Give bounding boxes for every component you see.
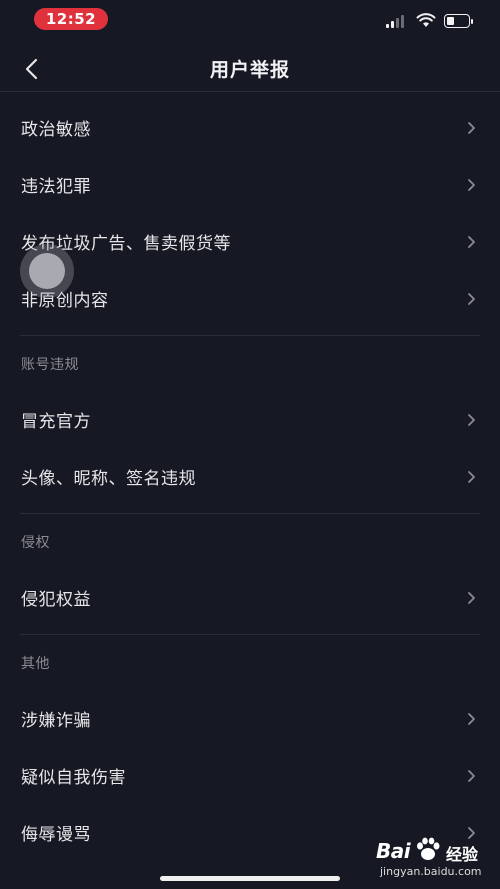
list-item-label: 疑似自我伤害 <box>21 768 126 788</box>
list-item-political-sensitive[interactable]: 政治敏感 <box>0 99 500 156</box>
status-time: 12:52 <box>34 8 108 30</box>
list-item-self-harm[interactable]: 疑似自我伤害 <box>0 747 500 804</box>
signal-icon <box>386 15 404 28</box>
list-item-label: 政治敏感 <box>21 120 91 140</box>
chevron-right-icon <box>468 235 475 248</box>
list-item-label: 侮辱谩骂 <box>21 825 91 845</box>
section-header-account: 账号违规 <box>21 356 79 373</box>
report-reason-list: 政治敏感 违法犯罪 发布垃圾广告、售卖假货等 非原创内容 账号违规 冒充官方 头… <box>0 99 500 861</box>
baidu-paw-icon <box>417 837 440 860</box>
status-bar: 12:52 <box>0 0 500 40</box>
chevron-right-icon <box>468 769 475 782</box>
chevron-right-icon <box>468 121 475 134</box>
section-header-infringement: 侵权 <box>21 534 50 551</box>
touch-indicator <box>20 244 74 298</box>
list-item-label: 头像、昵称、签名违规 <box>21 469 196 489</box>
section-header-other: 其他 <box>21 655 50 672</box>
nav-bar: 用户举报 <box>0 44 500 92</box>
watermark-name: 经验 <box>446 845 479 864</box>
watermark-url: jingyan.baidu.com <box>380 865 482 878</box>
list-item-spam-ads[interactable]: 发布垃圾广告、售卖假货等 <box>0 213 500 270</box>
list-item-rights-infringement[interactable]: 侵犯权益 <box>0 569 500 626</box>
list-item-label: 冒充官方 <box>21 412 91 432</box>
home-indicator[interactable] <box>160 876 340 881</box>
page-title: 用户举报 <box>209 59 290 81</box>
list-item-non-original[interactable]: 非原创内容 <box>0 270 500 327</box>
wifi-icon <box>416 13 436 27</box>
baidu-watermark: Bai 经验 jingyan.baidu.com <box>374 837 492 883</box>
list-item-profile-violation[interactable]: 头像、昵称、签名违规 <box>0 448 500 505</box>
chevron-right-icon <box>468 712 475 725</box>
chevron-right-icon <box>468 470 475 483</box>
chevron-right-icon <box>468 292 475 305</box>
list-item-illegal-crime[interactable]: 违法犯罪 <box>0 156 500 213</box>
list-item-fraud[interactable]: 涉嫌诈骗 <box>0 690 500 747</box>
chevron-right-icon <box>468 591 475 604</box>
list-item-label: 侵犯权益 <box>21 590 91 610</box>
chevron-right-icon <box>468 413 475 426</box>
list-item-label: 涉嫌诈骗 <box>21 711 91 731</box>
watermark-brand: Bai <box>376 839 411 863</box>
list-item-impersonate-official[interactable]: 冒充官方 <box>0 391 500 448</box>
chevron-right-icon <box>468 178 475 191</box>
list-item-label: 违法犯罪 <box>21 177 91 197</box>
battery-icon <box>444 14 473 28</box>
